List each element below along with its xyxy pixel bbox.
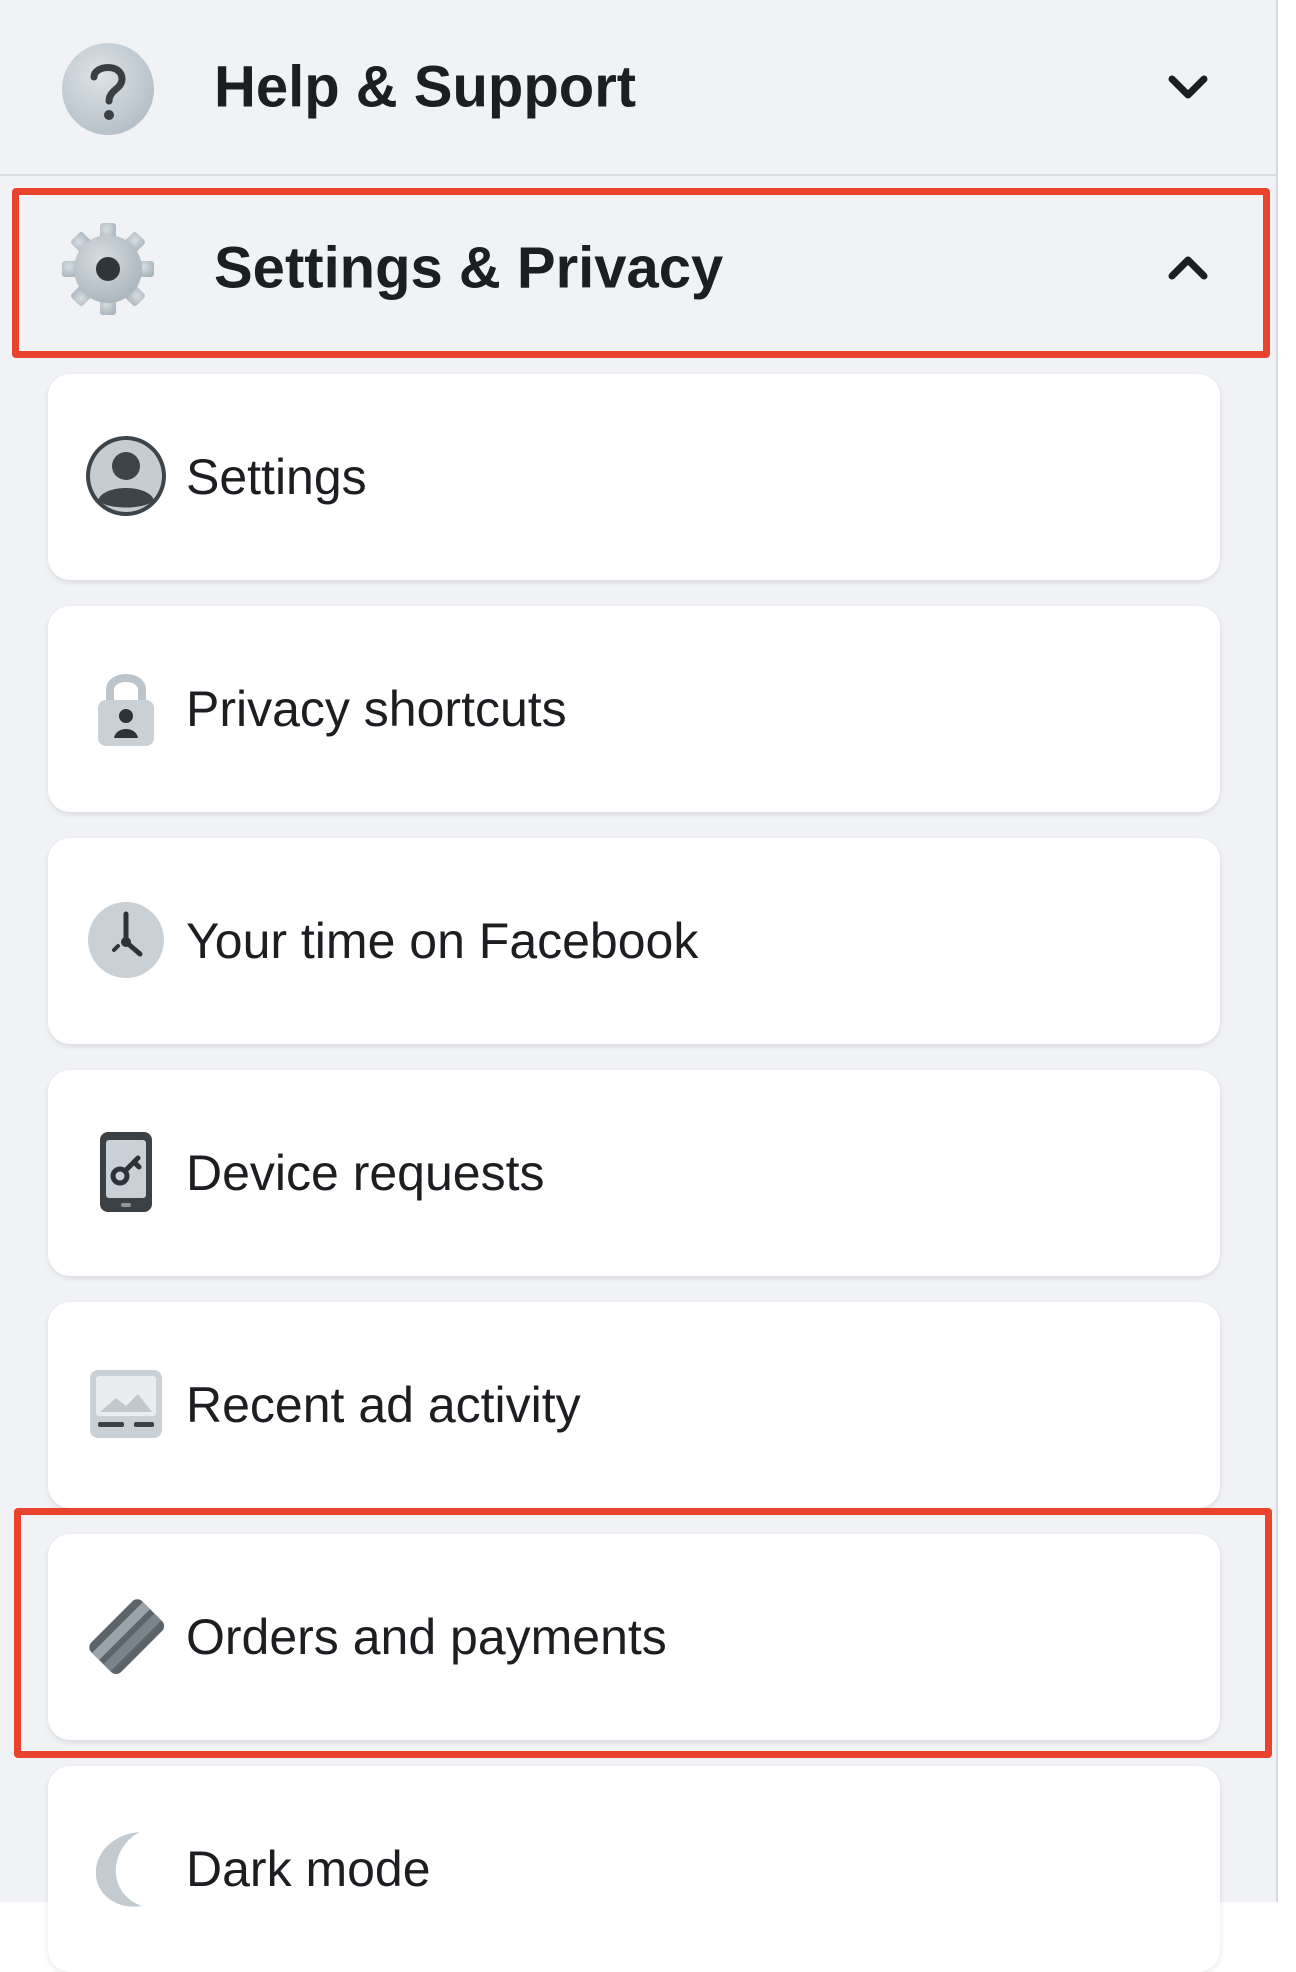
settings-privacy-section[interactable]: Settings & Privacy (0, 180, 1276, 356)
recent-ad-activity-label: Recent ad activity (186, 1377, 581, 1433)
time-on-facebook-label: Your time on Facebook (186, 913, 699, 969)
privacy-shortcuts-item[interactable]: Privacy shortcuts (48, 606, 1220, 812)
help-support-section[interactable]: Help & Support (0, 0, 1276, 176)
orders-and-payments-item[interactable]: Orders and payments (48, 1534, 1220, 1740)
phone-key-icon (100, 1132, 152, 1212)
clock-icon (88, 902, 164, 978)
privacy-shortcuts-label: Privacy shortcuts (186, 681, 567, 737)
dark-mode-item[interactable]: Dark mode (48, 1766, 1220, 1972)
gear-icon (62, 223, 154, 315)
person-icon (86, 436, 166, 516)
settings-label: Settings (186, 449, 367, 505)
device-requests-item[interactable]: Device requests (48, 1070, 1220, 1276)
orders-and-payments-label: Orders and payments (186, 1609, 667, 1665)
settings-item[interactable]: Settings (48, 374, 1220, 580)
settings-privacy-label: Settings & Privacy (214, 235, 724, 301)
chevron-up-icon[interactable] (1166, 246, 1210, 290)
question-icon (62, 43, 154, 135)
dark-mode-label: Dark mode (186, 1841, 431, 1897)
menu-panel: Help & Support Settings & Privacy Settin… (0, 0, 1278, 1972)
recent-ad-activity-item[interactable]: Recent ad activity (48, 1302, 1220, 1508)
help-support-label: Help & Support (214, 54, 637, 120)
time-on-facebook-item[interactable]: Your time on Facebook (48, 838, 1220, 1044)
credit-card-icon (89, 1599, 165, 1675)
chevron-down-icon[interactable] (1166, 65, 1210, 109)
device-requests-label: Device requests (186, 1145, 545, 1201)
moon-icon (95, 1832, 142, 1907)
ad-activity-icon (90, 1370, 162, 1438)
lock-icon (98, 674, 154, 746)
